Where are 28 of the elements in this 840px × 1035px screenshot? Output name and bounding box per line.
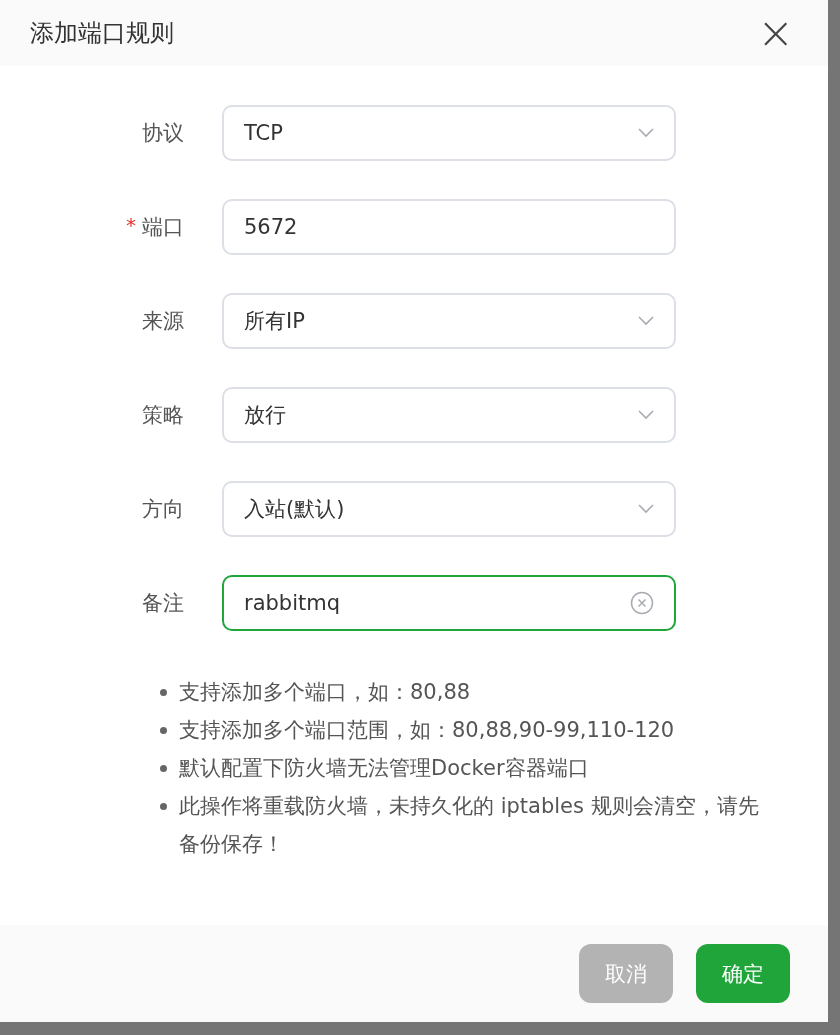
clear-icon[interactable]	[630, 591, 654, 615]
select-field[interactable]: 放行	[222, 387, 676, 443]
field-label: 协议	[142, 120, 184, 147]
chevron-down-icon	[638, 504, 654, 514]
note-text: 支持添加多个端口，如：80,88	[179, 679, 471, 706]
field-label: 来源	[142, 308, 184, 335]
select-field[interactable]: 入站(默认)	[222, 481, 676, 537]
note-text: 默认配置下防火墙无法管理Docker容器端口	[179, 755, 589, 782]
chevron-down-icon	[638, 316, 654, 326]
bullet-icon	[160, 727, 167, 734]
required-mark: *	[126, 213, 136, 239]
field-label: 备注	[142, 590, 184, 617]
field-label: 策略	[142, 402, 184, 429]
bullet-icon	[160, 803, 167, 810]
input-field[interactable]: rabbitmq	[222, 575, 676, 631]
bullet-icon	[160, 689, 167, 696]
field-label: 端口	[142, 214, 184, 241]
select-field[interactable]: TCP	[222, 105, 676, 161]
input-field[interactable]: 5672	[222, 199, 676, 255]
chevron-down-icon	[638, 410, 654, 420]
bullet-icon	[160, 765, 167, 772]
note-text: 此操作将重载防火墙，未持久化的 iptables 规则会清空，请先备份保存！	[179, 793, 760, 858]
dialog-title: 添加端口规则	[30, 18, 174, 49]
select-field[interactable]: 所有IP	[222, 293, 676, 349]
close-button[interactable]: ×	[757, 16, 794, 50]
chevron-down-icon	[638, 128, 654, 138]
note-text: 支持添加多个端口范围，如：80,88,90-99,110-120	[179, 717, 675, 744]
field-label: 方向	[142, 496, 184, 523]
